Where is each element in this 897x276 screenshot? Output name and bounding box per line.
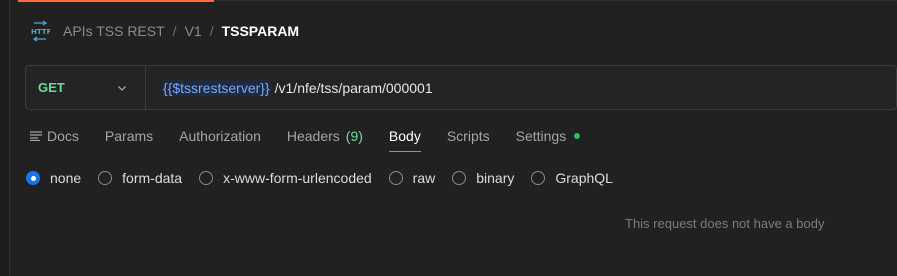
tab-authorization-label: Authorization — [179, 128, 261, 144]
breadcrumb-folder[interactable]: V1 — [185, 23, 202, 39]
tab-settings[interactable]: Settings — [516, 128, 581, 151]
request-url-bar: GET {{$tssrestserver}} /v1/nfe/tss/param… — [25, 65, 897, 110]
tab-docs-label: Docs — [47, 128, 79, 144]
url-path: /v1/nfe/tss/param/000001 — [274, 79, 433, 96]
top-divider — [214, 0, 897, 1]
body-type-label: GraphQL — [555, 170, 613, 186]
body-type-graphql[interactable]: GraphQL — [531, 170, 613, 186]
tab-headers-label: Headers — [286, 128, 340, 144]
tab-settings-label: Settings — [515, 128, 567, 144]
tab-params-label: Params — [104, 128, 154, 144]
settings-status-dot — [574, 133, 581, 139]
url-input[interactable]: {{$tssrestserver}} /v1/nfe/tss/param/000… — [146, 79, 896, 96]
request-tabs: Docs Params Authorization Headers (9) Bo… — [30, 128, 606, 158]
breadcrumb: HTTP APIs TSS REST / V1 / TSSPARAM — [30, 19, 299, 43]
method-selector[interactable]: GET — [26, 66, 146, 109]
svg-text:HTTP: HTTP — [31, 28, 50, 36]
body-type-options: none form-data x-www-form-urlencoded raw… — [26, 169, 630, 187]
left-rail — [0, 0, 10, 276]
body-type-form-data[interactable]: form-data — [98, 170, 182, 186]
radio-raw[interactable] — [388, 171, 403, 185]
method-label: GET — [38, 80, 65, 95]
tab-body-label: Body — [388, 128, 421, 144]
url-variable[interactable]: {{$tssrestserver}} — [162, 79, 271, 96]
breadcrumb-separator: / — [209, 23, 214, 39]
headers-count-badge: (9) — [345, 128, 363, 144]
http-icon: HTTP — [30, 20, 50, 42]
radio-binary[interactable] — [452, 171, 467, 185]
request-name[interactable]: TSSPARAM — [222, 23, 300, 39]
tab-headers[interactable]: Headers (9) — [287, 128, 363, 151]
breadcrumb-separator: / — [172, 23, 177, 39]
empty-body-message: This request does not have a body — [625, 216, 825, 231]
body-type-binary[interactable]: binary — [452, 170, 514, 186]
body-type-label: raw — [412, 170, 436, 186]
tab-params[interactable]: Params — [105, 128, 153, 151]
chevron-down-icon — [118, 85, 126, 91]
tab-scripts-label: Scripts — [446, 128, 490, 144]
body-type-label: form-data — [122, 170, 183, 186]
radio-none[interactable] — [26, 171, 40, 185]
body-type-raw[interactable]: raw — [388, 170, 436, 186]
radio-form-data[interactable] — [98, 171, 113, 185]
body-type-none[interactable]: none — [26, 170, 81, 186]
body-type-label: none — [50, 170, 82, 186]
body-type-label: binary — [476, 170, 515, 186]
breadcrumb-collection[interactable]: APIs TSS REST — [63, 23, 165, 39]
tab-scripts[interactable]: Scripts — [447, 128, 490, 151]
tab-authorization[interactable]: Authorization — [179, 128, 261, 151]
active-tab-indicator — [18, 0, 214, 2]
body-type-label: x-www-form-urlencoded — [223, 170, 372, 186]
body-type-urlencoded[interactable]: x-www-form-urlencoded — [199, 170, 372, 186]
tab-docs[interactable]: Docs — [30, 128, 79, 151]
docs-icon — [30, 131, 42, 141]
radio-urlencoded[interactable] — [199, 171, 214, 185]
radio-graphql[interactable] — [531, 171, 546, 185]
tab-body[interactable]: Body — [388, 128, 421, 152]
